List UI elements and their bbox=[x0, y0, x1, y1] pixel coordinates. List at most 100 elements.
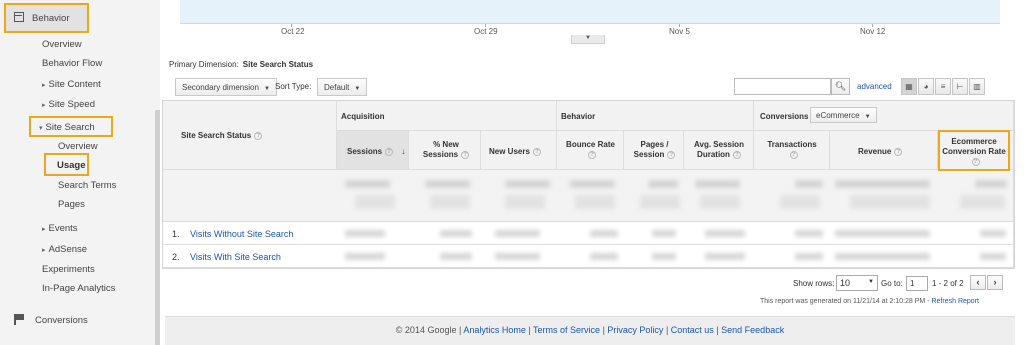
help-icon[interactable]: ? bbox=[667, 150, 676, 159]
comparison-view-icon[interactable]: ⊢ bbox=[952, 78, 968, 95]
advanced-filter-link[interactable]: advanced bbox=[857, 82, 892, 91]
caret-right-icon: ▸ bbox=[42, 247, 46, 254]
help-icon[interactable]: ? bbox=[461, 150, 470, 159]
pie-view-icon[interactable]: ◕ bbox=[918, 78, 934, 95]
pct-new-sessions-label-1: % New bbox=[433, 140, 459, 149]
row-number: 1. bbox=[172, 229, 180, 239]
cell-blurred bbox=[590, 230, 618, 237]
prev-page-button[interactable]: ‹ bbox=[970, 275, 986, 290]
nav-search-terms[interactable]: Search Terms bbox=[58, 180, 116, 191]
help-icon[interactable]: ? bbox=[894, 147, 903, 156]
next-page-button[interactable]: › bbox=[987, 275, 1003, 290]
cell-blurred bbox=[980, 230, 1006, 237]
primary-dimension: Primary Dimension: Site Search Status bbox=[169, 60, 313, 69]
cell-blurred bbox=[652, 230, 676, 237]
total-subtext-blurred bbox=[780, 195, 820, 209]
cell-blurred bbox=[440, 253, 472, 260]
chevron-down-icon: ▼ bbox=[354, 86, 361, 92]
dimension-header-label: Site Search Status bbox=[181, 131, 252, 140]
nav-in-page-analytics[interactable]: In-Page Analytics bbox=[42, 283, 115, 294]
terms-link[interactable]: Terms of Service bbox=[533, 325, 600, 335]
total-subtext-blurred bbox=[505, 195, 545, 209]
nav-behavior[interactable]: Behavior bbox=[4, 3, 89, 33]
cell-blurred bbox=[795, 230, 823, 237]
nav-events[interactable]: ▸ Events bbox=[42, 223, 78, 234]
performance-view-icon[interactable]: ≡ bbox=[935, 78, 951, 95]
revenue-header[interactable]: Revenue? bbox=[858, 147, 903, 157]
pivot-view-icon[interactable]: ▥ bbox=[969, 78, 985, 95]
sessions-header[interactable]: Sessions? ↓ bbox=[347, 147, 405, 157]
nav-conversions-label: Conversions bbox=[35, 315, 88, 326]
nav-site-search-overview[interactable]: Overview bbox=[58, 141, 98, 152]
behavior-icon bbox=[14, 12, 24, 22]
behavior-group-label: Behavior bbox=[561, 112, 596, 121]
goto-page-input[interactable]: 1 bbox=[906, 276, 928, 291]
total-revenue-blurred bbox=[835, 180, 930, 188]
secondary-dimension-dropdown[interactable]: Secondary dimension ▼ bbox=[175, 78, 277, 96]
nav-overview[interactable]: Overview bbox=[42, 39, 82, 50]
flag-icon bbox=[14, 314, 25, 325]
help-icon[interactable]: ? bbox=[732, 150, 741, 159]
row-link-with-site-search[interactable]: Visits With Site Search bbox=[190, 252, 281, 262]
pct-new-sessions-header[interactable]: % New Sessions? bbox=[421, 140, 471, 160]
sort-type-dropdown[interactable]: Default ▼ bbox=[317, 78, 368, 96]
nav-conversions[interactable]: Conversions bbox=[14, 314, 88, 326]
help-icon[interactable]: ? bbox=[532, 147, 541, 156]
sort-desc-arrow-icon: ↓ bbox=[401, 147, 406, 156]
report-generated-text: This report was generated on 11/21/14 at… bbox=[760, 298, 932, 305]
sessions-header-label: Sessions bbox=[347, 147, 383, 156]
search-button[interactable]: 🔍︎ bbox=[831, 78, 850, 95]
table-view-icon[interactable]: ▦ bbox=[901, 78, 917, 95]
x-tick-label: Nov 5 bbox=[669, 27, 690, 36]
avg-session-label-1: Avg. Session bbox=[694, 140, 744, 149]
avg-session-header[interactable]: Avg. Session Duration? bbox=[690, 140, 748, 160]
row-link-without-site-search[interactable]: Visits Without Site Search bbox=[190, 229, 293, 239]
primary-dimension-value[interactable]: Site Search Status bbox=[243, 60, 313, 69]
total-duration-blurred bbox=[695, 180, 740, 188]
conversion-type-dropdown[interactable]: eCommerce ▼ bbox=[810, 107, 877, 123]
total-subtext-blurred bbox=[850, 195, 930, 209]
pages-session-label-1: Pages / bbox=[640, 140, 669, 149]
nav-adsense[interactable]: ▸ AdSense bbox=[42, 244, 87, 255]
pages-session-header[interactable]: Pages / Session? bbox=[627, 140, 682, 160]
send-feedback-link[interactable]: Send Feedback bbox=[721, 325, 784, 335]
nav-site-search[interactable]: ▾ Site Search bbox=[29, 116, 113, 137]
nav-site-speed[interactable]: ▸ Site Speed bbox=[42, 99, 95, 110]
help-icon[interactable]: ? bbox=[385, 147, 394, 156]
total-subtext-blurred bbox=[700, 195, 740, 209]
bounce-rate-header[interactable]: Bounce Rate? bbox=[563, 140, 618, 160]
cell-blurred bbox=[795, 253, 823, 260]
privacy-link[interactable]: Privacy Policy bbox=[607, 325, 663, 335]
help-icon[interactable]: ? bbox=[254, 131, 263, 140]
transactions-header[interactable]: Transactions? bbox=[762, 140, 822, 160]
help-icon[interactable]: ? bbox=[588, 150, 596, 159]
nav-usage[interactable]: Usage bbox=[44, 153, 89, 176]
nav-site-content[interactable]: ▸ Site Content bbox=[42, 79, 101, 90]
chevron-right-icon: › bbox=[993, 277, 997, 287]
collapse-chart-button[interactable]: ▼ bbox=[571, 35, 605, 44]
help-icon[interactable]: ? bbox=[789, 150, 798, 159]
nav-experiments[interactable]: Experiments bbox=[42, 264, 95, 275]
total-ecomm-blurred bbox=[975, 180, 1007, 188]
table-search-input[interactable] bbox=[734, 78, 831, 95]
conversions-group-label: Conversions bbox=[760, 112, 809, 121]
cell-blurred bbox=[705, 230, 745, 237]
refresh-report-link[interactable]: Refresh Report bbox=[931, 298, 978, 305]
rows-per-page-value: 10 bbox=[840, 278, 851, 288]
new-users-header-label: New Users bbox=[489, 147, 530, 156]
total-subtext-blurred bbox=[430, 195, 470, 209]
nav-site-speed-label: Site Speed bbox=[48, 99, 95, 110]
footer-sep: | bbox=[525, 325, 534, 335]
footer: © 2014 Google | Analytics Home | Terms o… bbox=[165, 316, 1015, 345]
rows-per-page-select[interactable]: 10 ▼ bbox=[836, 275, 878, 291]
analytics-home-link[interactable]: Analytics Home bbox=[463, 325, 526, 335]
total-bounce-blurred bbox=[570, 180, 615, 188]
sidebar-scrollbar[interactable] bbox=[155, 110, 160, 345]
cell-blurred bbox=[705, 253, 745, 260]
nav-behavior-flow[interactable]: Behavior Flow bbox=[42, 58, 102, 69]
contact-link[interactable]: Contact us bbox=[671, 325, 714, 335]
cell-blurred bbox=[980, 253, 1006, 260]
total-subtext-blurred bbox=[355, 195, 395, 209]
new-users-header[interactable]: New Users? bbox=[489, 147, 541, 157]
nav-pages[interactable]: Pages bbox=[58, 199, 85, 210]
